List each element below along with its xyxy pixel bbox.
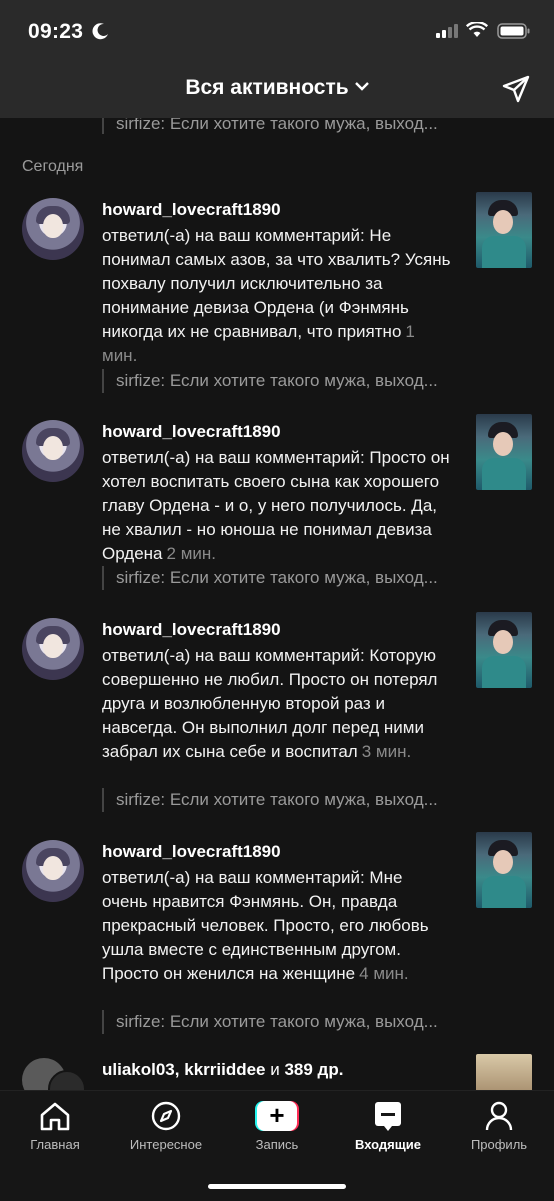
tab-label: Главная (30, 1137, 80, 1152)
home-indicator[interactable] (208, 1184, 346, 1189)
activity-filter-dropdown[interactable]: Вся активность (0, 76, 554, 100)
section-label: Сегодня (22, 158, 84, 175)
quoted-comment: sirfize: Если хотите такого мужа, выход.… (102, 788, 438, 812)
username[interactable]: howard_lovecraft1890 (102, 422, 281, 442)
video-thumbnail[interactable] (476, 1054, 532, 1090)
signal-icon (436, 24, 458, 38)
activity-feed[interactable]: sirfize: Если хотите такого мужа, выход.… (0, 118, 554, 1090)
username[interactable]: kkrriiddee (184, 1060, 265, 1079)
compass-icon (151, 1101, 181, 1131)
avatar[interactable] (22, 840, 84, 902)
tab-discover[interactable]: Интересное (116, 1099, 216, 1152)
tab-label: Интересное (129, 1137, 203, 1152)
avatar[interactable] (22, 618, 84, 680)
notification-text: ответил(-а) на ваш комментарий: Просто о… (102, 446, 452, 566)
username[interactable]: howard_lovecraft1890 (102, 620, 281, 640)
time-ago: 4 мин. (359, 964, 409, 983)
comment-text: ответил(-а) на ваш комментарий: Не поним… (102, 226, 451, 341)
quoted-comment: sirfize: Если хотите такого мужа, выход.… (102, 1010, 438, 1034)
quoted-comment: sirfize: Если хотите такого мужа, выход.… (102, 369, 438, 393)
video-thumbnail[interactable] (476, 192, 532, 268)
time-ago: 3 мин. (361, 742, 412, 761)
header-title: Вся активность (185, 76, 349, 99)
status-bar: 09:23 (0, 0, 554, 62)
time-ago: 2 мин. (166, 544, 216, 563)
chevron-down-icon (354, 82, 369, 92)
battery-icon (497, 23, 530, 39)
others-count: 389 др. (284, 1060, 344, 1079)
tab-profile[interactable]: Профиль (449, 1099, 549, 1152)
tab-home[interactable]: Главная (5, 1099, 105, 1152)
moon-icon (92, 23, 108, 40)
username[interactable]: uliakol03 (102, 1060, 175, 1079)
status-time: 09:23 (28, 20, 84, 43)
video-thumbnail[interactable] (476, 612, 532, 688)
quoted-comment: sirfize: Если хотите такого мужа, выход.… (102, 566, 438, 590)
profile-icon (485, 1101, 513, 1131)
conjunction: и (270, 1060, 280, 1079)
wifi-icon (466, 22, 488, 37)
notification-text: ответил(-а) на ваш комментарий: Мне очен… (102, 866, 452, 986)
plus-icon: + (255, 1101, 299, 1131)
separator: , (174, 1060, 180, 1079)
tab-label: Входящие (355, 1137, 421, 1152)
tab-label: Запись (255, 1137, 299, 1152)
video-thumbnail[interactable] (476, 832, 532, 908)
inbox-icon (375, 1102, 401, 1131)
usernames[interactable]: uliakol03, kkrriiddee и 389 др. (102, 1060, 343, 1080)
tab-create[interactable]: + Запись (227, 1099, 327, 1152)
tab-label: Профиль (470, 1137, 528, 1152)
top-header: Вся активность (0, 62, 554, 118)
notification-text: ответил(-а) на ваш комментарий: Которую … (102, 644, 452, 764)
avatar[interactable] (22, 198, 84, 260)
notification-text: ответил(-а) на ваш комментарий: Не поним… (102, 224, 452, 368)
send-message-icon[interactable] (501, 74, 531, 104)
comment-text: ответил(-а) на ваш комментарий: Просто о… (102, 448, 450, 563)
home-icon (40, 1102, 70, 1131)
username[interactable]: howard_lovecraft1890 (102, 200, 281, 220)
avatar[interactable] (22, 420, 84, 482)
username[interactable]: howard_lovecraft1890 (102, 842, 281, 862)
tab-inbox[interactable]: Входящие (338, 1099, 438, 1152)
video-thumbnail[interactable] (476, 414, 532, 490)
previous-comment-quote: sirfize: Если хотите такого мужа, выход.… (102, 118, 438, 134)
